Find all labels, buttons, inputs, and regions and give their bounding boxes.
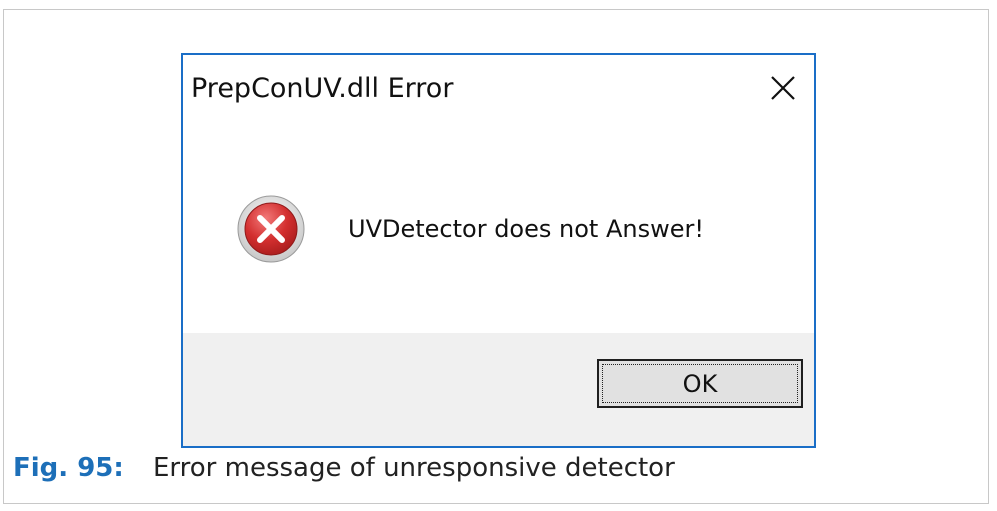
close-button[interactable]: [758, 63, 808, 113]
close-icon: [771, 76, 795, 100]
error-icon: [237, 195, 305, 263]
figure-caption: Fig. 95: Error message of unresponsive d…: [13, 448, 675, 488]
ok-button-focus-rect: OK: [602, 364, 798, 403]
ok-button[interactable]: OK: [597, 359, 803, 408]
dialog-footer: OK: [183, 333, 814, 446]
dialog-content: UVDetector does not Answer!: [183, 123, 814, 335]
dialog-titlebar: PrepConUV.dll Error: [183, 55, 814, 123]
error-dialog: PrepConUV.dll Error UVDetector does not …: [181, 53, 816, 448]
figure-frame: PrepConUV.dll Error UVDetector does not …: [3, 9, 989, 504]
dialog-title: PrepConUV.dll Error: [191, 73, 454, 104]
error-message: UVDetector does not Answer!: [348, 215, 704, 243]
caption-text: Error message of unresponsive detector: [153, 453, 675, 483]
caption-label: Fig. 95:: [13, 453, 124, 483]
ok-button-label: OK: [682, 369, 718, 398]
